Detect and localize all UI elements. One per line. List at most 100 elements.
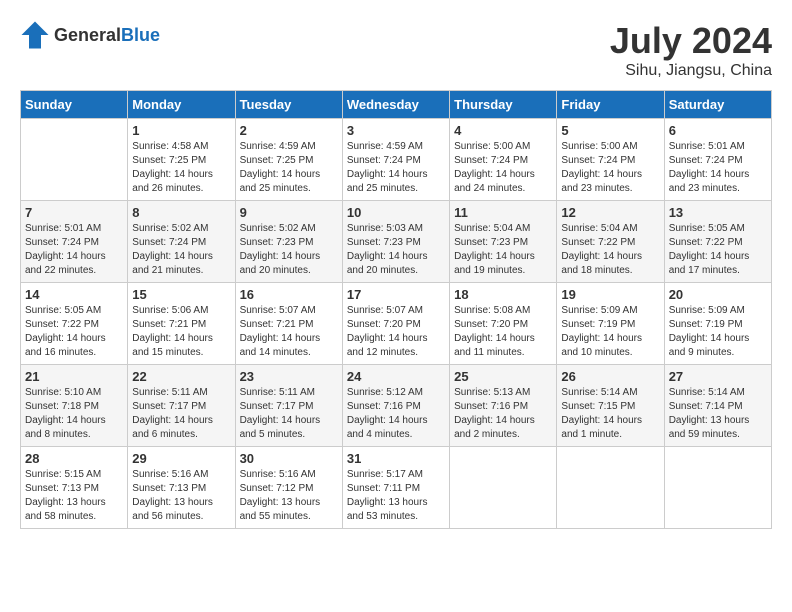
day-number: 10 xyxy=(347,205,445,220)
calendar-cell: 22 Sunrise: 5:11 AM Sunset: 7:17 PM Dayli… xyxy=(128,365,235,447)
day-info: Sunrise: 4:59 AM Sunset: 7:25 PM Dayligh… xyxy=(240,140,338,196)
calendar-cell: 3Sunrise: 4:59 AM Sunset: 7:24 PM Daylig… xyxy=(342,119,449,201)
header-day-tuesday: Tuesday xyxy=(235,91,342,119)
day-number: 28 xyxy=(25,451,123,466)
day-info: Sunrise: 5:01 AM Sunset: 7:24 PM Dayligh… xyxy=(25,222,123,278)
day-info: Sunrise: 5:09 AM Sunset: 7:19 PM Dayligh… xyxy=(561,304,659,360)
day-info: Sunrise: 5:10 AM Sunset: 7:18 PM Dayligh… xyxy=(25,386,123,442)
day-number: 18 xyxy=(454,287,552,302)
day-info: Sunrise: 5:11 AM Sunset: 7:17 PM Dayligh… xyxy=(132,386,230,442)
day-info: Sunrise: 5:16 AM Sunset: 7:13 PM Dayligh… xyxy=(132,468,230,524)
day-number: 6 xyxy=(669,123,767,138)
logo-icon xyxy=(20,20,50,50)
calendar-cell xyxy=(21,119,128,201)
calendar-cell: 18 Sunrise: 5:08 AM Sunset: 7:20 PM Dayli… xyxy=(450,283,557,365)
day-info: Sunrise: 5:02 AM Sunset: 7:24 PM Dayligh… xyxy=(132,222,230,278)
calendar-week-3: 14 Sunrise: 5:05 AM Sunset: 7:22 PM Dayli… xyxy=(21,283,772,365)
header-day-wednesday: Wednesday xyxy=(342,91,449,119)
header-day-sunday: Sunday xyxy=(21,91,128,119)
day-info: Sunrise: 5:02 AM Sunset: 7:23 PM Dayligh… xyxy=(240,222,338,278)
calendar-cell: 15 Sunrise: 5:06 AM Sunset: 7:21 PM Dayli… xyxy=(128,283,235,365)
calendar-cell: 29 Sunrise: 5:16 AM Sunset: 7:13 PM Dayli… xyxy=(128,447,235,529)
day-number: 23 xyxy=(240,369,338,384)
day-number: 22 xyxy=(132,369,230,384)
day-info: Sunrise: 5:04 AM Sunset: 7:22 PM Dayligh… xyxy=(561,222,659,278)
calendar-cell: 14 Sunrise: 5:05 AM Sunset: 7:22 PM Dayli… xyxy=(21,283,128,365)
day-number: 27 xyxy=(669,369,767,384)
day-info: Sunrise: 5:07 AM Sunset: 7:21 PM Dayligh… xyxy=(240,304,338,360)
day-info: Sunrise: 5:00 AM Sunset: 7:24 PM Dayligh… xyxy=(454,140,552,196)
day-info: Sunrise: 5:17 AM Sunset: 7:11 PM Dayligh… xyxy=(347,468,445,524)
calendar-week-5: 28 Sunrise: 5:15 AM Sunset: 7:13 PM Dayli… xyxy=(21,447,772,529)
calendar-cell: 21 Sunrise: 5:10 AM Sunset: 7:18 PM Dayli… xyxy=(21,365,128,447)
calendar-cell: 28 Sunrise: 5:15 AM Sunset: 7:13 PM Dayli… xyxy=(21,447,128,529)
day-info: Sunrise: 5:04 AM Sunset: 7:23 PM Dayligh… xyxy=(454,222,552,278)
day-number: 25 xyxy=(454,369,552,384)
calendar-cell: 4 Sunrise: 5:00 AM Sunset: 7:24 PM Daylig… xyxy=(450,119,557,201)
calendar-cell: 30 Sunrise: 5:16 AM Sunset: 7:12 PM Dayli… xyxy=(235,447,342,529)
day-number: 29 xyxy=(132,451,230,466)
day-info: Sunrise: 5:13 AM Sunset: 7:16 PM Dayligh… xyxy=(454,386,552,442)
calendar-cell xyxy=(557,447,664,529)
day-info: Sunrise: 5:06 AM Sunset: 7:21 PM Dayligh… xyxy=(132,304,230,360)
calendar-cell: 19Sunrise: 5:09 AM Sunset: 7:19 PM Dayli… xyxy=(557,283,664,365)
calendar-body: 1 Sunrise: 4:58 AM Sunset: 7:25 PM Daylig… xyxy=(21,119,772,529)
day-info: Sunrise: 5:16 AM Sunset: 7:12 PM Dayligh… xyxy=(240,468,338,524)
day-number: 30 xyxy=(240,451,338,466)
header-day-monday: Monday xyxy=(128,91,235,119)
day-number: 26 xyxy=(561,369,659,384)
day-info: Sunrise: 5:05 AM Sunset: 7:22 PM Dayligh… xyxy=(669,222,767,278)
day-info: Sunrise: 5:08 AM Sunset: 7:20 PM Dayligh… xyxy=(454,304,552,360)
logo-blue-text: Blue xyxy=(121,25,160,45)
calendar-cell: 17Sunrise: 5:07 AM Sunset: 7:20 PM Dayli… xyxy=(342,283,449,365)
calendar-cell: 12 Sunrise: 5:04 AM Sunset: 7:22 PM Dayli… xyxy=(557,201,664,283)
day-number: 24 xyxy=(347,369,445,384)
calendar-cell: 13Sunrise: 5:05 AM Sunset: 7:22 PM Dayli… xyxy=(664,201,771,283)
day-number: 21 xyxy=(25,369,123,384)
title-block: July 2024 Sihu, Jiangsu, China xyxy=(610,20,772,80)
day-info: Sunrise: 5:15 AM Sunset: 7:13 PM Dayligh… xyxy=(25,468,123,524)
calendar-cell xyxy=(664,447,771,529)
calendar-week-4: 21 Sunrise: 5:10 AM Sunset: 7:18 PM Dayli… xyxy=(21,365,772,447)
header-day-saturday: Saturday xyxy=(664,91,771,119)
day-info: Sunrise: 5:12 AM Sunset: 7:16 PM Dayligh… xyxy=(347,386,445,442)
header-day-thursday: Thursday xyxy=(450,91,557,119)
day-info: Sunrise: 4:58 AM Sunset: 7:25 PM Dayligh… xyxy=(132,140,230,196)
day-info: Sunrise: 5:01 AM Sunset: 7:24 PM Dayligh… xyxy=(669,140,767,196)
day-number: 4 xyxy=(454,123,552,138)
page-header: GeneralBlue July 2024 Sihu, Jiangsu, Chi… xyxy=(20,20,772,80)
day-number: 16 xyxy=(240,287,338,302)
logo: GeneralBlue xyxy=(20,20,160,50)
day-number: 1 xyxy=(132,123,230,138)
logo-general-text: General xyxy=(54,25,121,45)
calendar-cell: 2Sunrise: 4:59 AM Sunset: 7:25 PM Daylig… xyxy=(235,119,342,201)
day-number: 17 xyxy=(347,287,445,302)
day-number: 12 xyxy=(561,205,659,220)
calendar-cell: 20Sunrise: 5:09 AM Sunset: 7:19 PM Dayli… xyxy=(664,283,771,365)
calendar-cell: 7 Sunrise: 5:01 AM Sunset: 7:24 PM Daylig… xyxy=(21,201,128,283)
calendar-cell: 26Sunrise: 5:14 AM Sunset: 7:15 PM Dayli… xyxy=(557,365,664,447)
day-info: Sunrise: 5:05 AM Sunset: 7:22 PM Dayligh… xyxy=(25,304,123,360)
day-number: 7 xyxy=(25,205,123,220)
calendar-header: SundayMondayTuesdayWednesdayThursdayFrid… xyxy=(21,91,772,119)
calendar-cell xyxy=(450,447,557,529)
calendar-cell: 16 Sunrise: 5:07 AM Sunset: 7:21 PM Dayli… xyxy=(235,283,342,365)
day-number: 8 xyxy=(132,205,230,220)
day-number: 31 xyxy=(347,451,445,466)
day-number: 14 xyxy=(25,287,123,302)
header-row: SundayMondayTuesdayWednesdayThursdayFrid… xyxy=(21,91,772,119)
header-day-friday: Friday xyxy=(557,91,664,119)
day-info: Sunrise: 5:03 AM Sunset: 7:23 PM Dayligh… xyxy=(347,222,445,278)
calendar-cell: 9Sunrise: 5:02 AM Sunset: 7:23 PM Daylig… xyxy=(235,201,342,283)
calendar-cell: 6 Sunrise: 5:01 AM Sunset: 7:24 PM Daylig… xyxy=(664,119,771,201)
day-info: Sunrise: 5:09 AM Sunset: 7:19 PM Dayligh… xyxy=(669,304,767,360)
calendar-cell: 1 Sunrise: 4:58 AM Sunset: 7:25 PM Daylig… xyxy=(128,119,235,201)
calendar-cell: 25 Sunrise: 5:13 AM Sunset: 7:16 PM Dayli… xyxy=(450,365,557,447)
day-number: 3 xyxy=(347,123,445,138)
day-number: 15 xyxy=(132,287,230,302)
day-info: Sunrise: 5:11 AM Sunset: 7:17 PM Dayligh… xyxy=(240,386,338,442)
location-title: Sihu, Jiangsu, China xyxy=(610,62,772,80)
day-info: Sunrise: 5:00 AM Sunset: 7:24 PM Dayligh… xyxy=(561,140,659,196)
calendar-cell: 23 Sunrise: 5:11 AM Sunset: 7:17 PM Dayli… xyxy=(235,365,342,447)
day-number: 5 xyxy=(561,123,659,138)
